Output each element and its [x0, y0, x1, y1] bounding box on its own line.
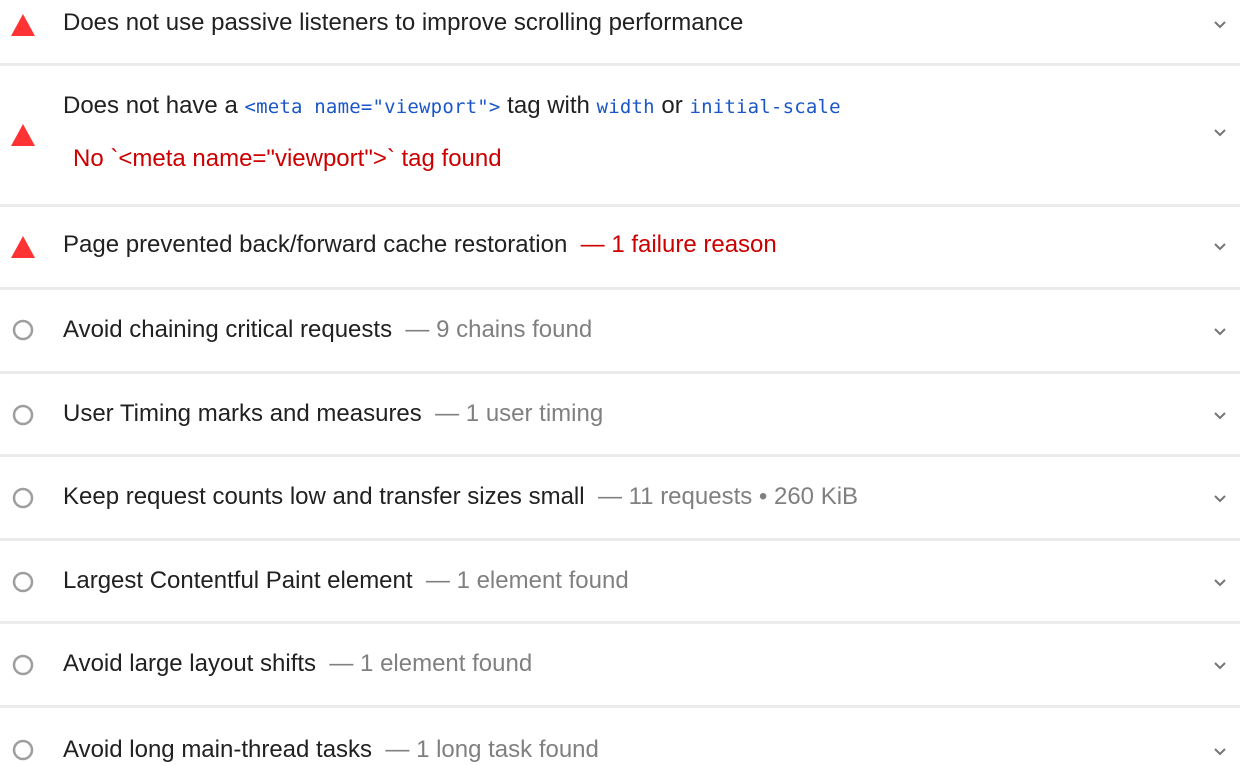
- audit-row-critical-requests[interactable]: Avoid chaining critical requests — 9 cha…: [0, 290, 1240, 374]
- audit-display-value: 1 long task found: [416, 736, 599, 763]
- audit-separator: —: [385, 736, 410, 763]
- chevron-down-icon[interactable]: [1212, 238, 1228, 254]
- code-width: width: [596, 96, 655, 118]
- audit-display-value: 1 failure reason: [611, 231, 777, 258]
- audit-row-viewport-meta[interactable]: Does not have a <meta name="viewport"> t…: [0, 66, 1240, 207]
- chevron-down-icon[interactable]: [1212, 407, 1228, 423]
- audit-title: Does not have a <meta name="viewport"> t…: [63, 92, 841, 119]
- chevron-down-icon[interactable]: [1212, 323, 1228, 339]
- audit-display-value: 11 requests • 260 KiB: [628, 483, 859, 510]
- audit-row-user-timing[interactable]: User Timing marks and measures — 1 user …: [0, 374, 1240, 457]
- warning-triangle-icon: [11, 124, 35, 146]
- audit-separator: —: [405, 316, 430, 343]
- audit-title: Page prevented back/forward cache restor…: [63, 231, 568, 258]
- audit-separator: —: [425, 567, 450, 594]
- audit-separator: —: [580, 231, 605, 258]
- audit-title: Keep request counts low and transfer siz…: [63, 483, 585, 510]
- chevron-down-icon[interactable]: [1212, 743, 1228, 759]
- chevron-down-icon[interactable]: [1212, 574, 1228, 590]
- chevron-down-icon[interactable]: [1212, 490, 1228, 506]
- audit-title: Avoid chaining critical requests: [63, 316, 393, 343]
- audit-title: Avoid large layout shifts: [63, 650, 317, 677]
- circle-outline-icon: [12, 487, 34, 509]
- audit-display-value: 1 element found: [360, 650, 533, 677]
- audit-row-passive-listeners[interactable]: Does not use passive listeners to improv…: [0, 0, 1240, 66]
- circle-outline-icon: [12, 319, 34, 341]
- circle-outline-icon: [12, 571, 34, 593]
- audit-title: User Timing marks and measures: [63, 400, 422, 427]
- chevron-down-icon[interactable]: [1212, 124, 1228, 140]
- audit-row-bfcache[interactable]: Page prevented back/forward cache restor…: [0, 207, 1240, 290]
- audit-title: Largest Contentful Paint element: [63, 567, 413, 594]
- audit-title: Avoid long main-thread tasks: [63, 736, 373, 763]
- chevron-down-icon[interactable]: [1212, 16, 1228, 32]
- audit-display-value: 9 chains found: [436, 316, 593, 343]
- audit-row-request-counts[interactable]: Keep request counts low and transfer siz…: [0, 457, 1240, 541]
- audit-display-value: 1 element found: [456, 567, 629, 594]
- audit-row-long-tasks[interactable]: Avoid long main-thread tasks — 1 long ta…: [0, 708, 1240, 765]
- audit-list: Does not use passive listeners to improv…: [0, 0, 1240, 765]
- audit-explanation: No `<meta name="viewport">` tag found: [73, 145, 502, 172]
- audit-separator: —: [329, 650, 354, 677]
- code-meta-viewport: <meta name="viewport">: [244, 96, 501, 118]
- warning-triangle-icon: [11, 14, 35, 36]
- code-initial-scale: initial-scale: [689, 96, 841, 118]
- audit-separator: —: [597, 483, 622, 510]
- audit-row-layout-shifts[interactable]: Avoid large layout shifts — 1 element fo…: [0, 624, 1240, 708]
- circle-outline-icon: [12, 739, 34, 761]
- circle-outline-icon: [12, 404, 34, 426]
- audit-title: Does not use passive listeners to improv…: [63, 9, 744, 36]
- warning-triangle-icon: [11, 236, 35, 258]
- audit-row-lcp-element[interactable]: Largest Contentful Paint element — 1 ele…: [0, 541, 1240, 624]
- chevron-down-icon[interactable]: [1212, 657, 1228, 673]
- circle-outline-icon: [12, 654, 34, 676]
- audit-display-value: 1 user timing: [465, 400, 604, 427]
- audit-separator: —: [435, 400, 460, 427]
